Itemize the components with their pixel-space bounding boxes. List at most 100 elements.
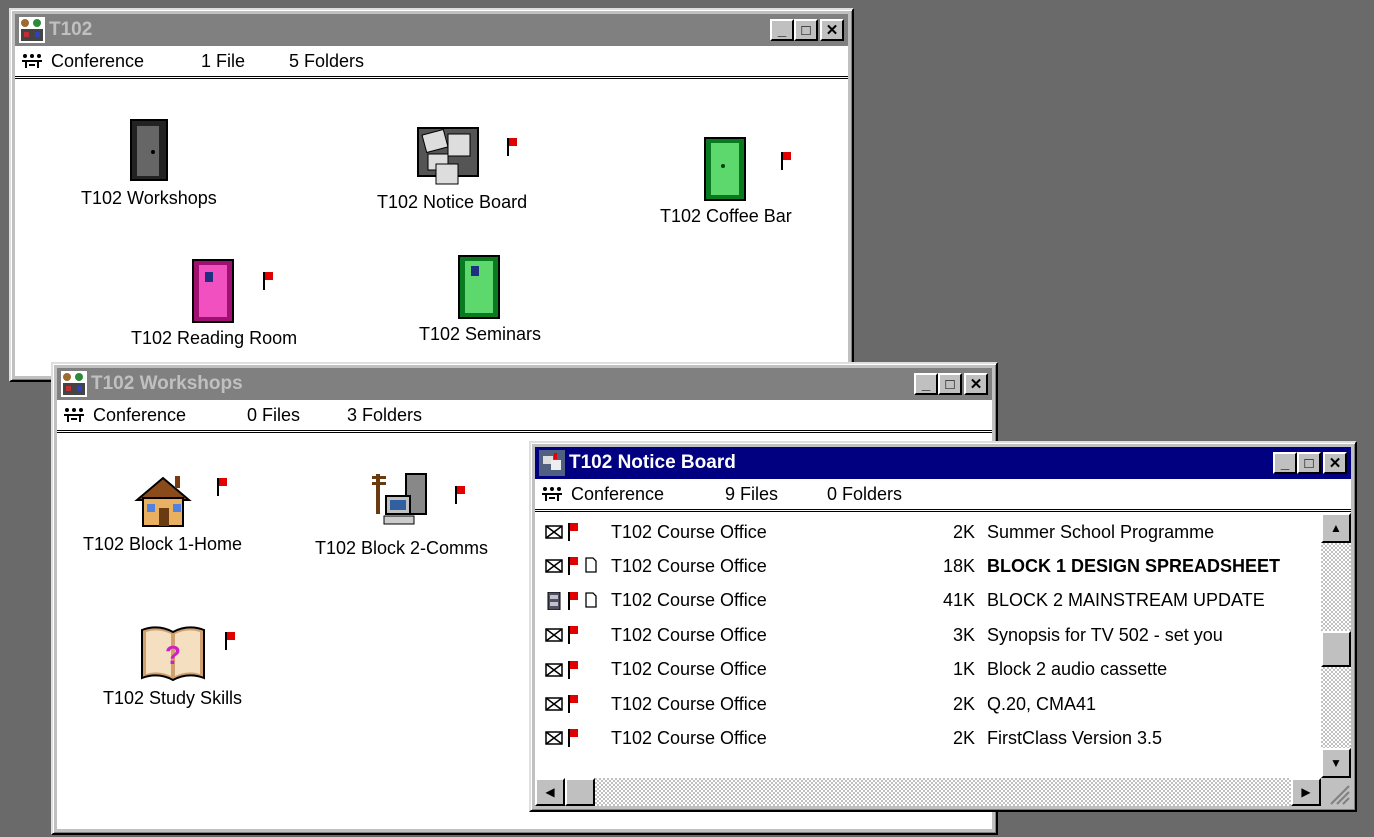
message-row[interactable]: T102 Course Office 2K FirstClass Version 3… (535, 721, 1321, 755)
message-sender: T102 Course Office (611, 590, 767, 611)
firstclass-app-icon[interactable] (61, 371, 87, 397)
message-row[interactable]: T102 Course Office 18K BLOCK 1 DESIGN SPRE… (535, 549, 1321, 583)
maximize-icon: □ (801, 21, 811, 39)
folder-item-seminars[interactable]: T102 Seminars (419, 254, 541, 345)
dark-door-icon (129, 119, 168, 181)
arrow-right-icon: ▶ (1301, 785, 1311, 799)
maximize-button[interactable]: □ (794, 19, 818, 41)
message-sender: T102 Course Office (611, 624, 767, 645)
minimize-button[interactable]: _ (770, 19, 794, 41)
message-sender: T102 Course Office (611, 521, 767, 542)
green-door-icon (703, 137, 746, 201)
message-subject: FirstClass Version 3.5 (987, 727, 1163, 748)
message-subject: Synopsis for TV 502 - set you (987, 624, 1223, 645)
close-button[interactable]: ✕ (1323, 452, 1347, 474)
minimize-button[interactable]: _ (1273, 452, 1297, 474)
folder-item-block2-comms[interactable]: T102 Block 2-Comms (315, 470, 488, 559)
scroll-up-button[interactable]: ▲ (1321, 513, 1351, 543)
item-label: T102 Coffee Bar (660, 206, 792, 226)
item-label: T102 Study Skills (103, 688, 243, 708)
house-icon (133, 476, 192, 527)
window-title: T102 Notice Board (569, 452, 736, 473)
message-row[interactable]: T102 Course Office 2K Q.20, CMA41 (535, 687, 1321, 721)
t102-titlebar[interactable]: T102 _ □ ✕ (15, 14, 848, 46)
message-sender: T102 Course Office (611, 727, 767, 748)
flag-icon (567, 557, 579, 575)
flag-icon (507, 138, 517, 156)
maximize-button[interactable]: □ (1297, 452, 1321, 474)
notice-board-window[interactable]: T102 Notice Board _ □ ✕ Conference 9 Fil… (529, 441, 1357, 812)
status-files: 9 Files (725, 483, 779, 504)
workshops-titlebar[interactable]: T102 Workshops _ □ ✕ (57, 368, 992, 400)
message-list[interactable]: T102 Course Office 2K Summer School Progra… (535, 513, 1321, 778)
mail-icon (545, 661, 563, 679)
status-type: Conference (51, 50, 145, 71)
firstclass-app-icon[interactable] (19, 17, 45, 43)
message-row[interactable]: T102 Course Office 3K Synopsis for TV 502 … (535, 618, 1321, 652)
item-label: T102 Seminars (419, 324, 542, 344)
item-label: T102 Block 1-Home (83, 534, 243, 554)
attachment-icon (585, 592, 597, 608)
flag-icon (217, 478, 227, 496)
scroll-thumb[interactable] (1321, 631, 1351, 667)
item-label: T102 Workshops (81, 188, 217, 208)
notice-board-list-view: Conference 9 Files 0 Folders T102 Course… (535, 479, 1351, 806)
conference-icon (63, 407, 85, 423)
arrow-left-icon: ◀ (545, 785, 555, 799)
message-sender: T102 Course Office (611, 555, 767, 576)
minimize-icon: _ (777, 21, 787, 39)
resize-grip[interactable] (1321, 778, 1351, 806)
mail-icon (545, 695, 563, 713)
status-folders: 0 Folders (827, 483, 903, 504)
message-row[interactable]: T102 Course Office 41K BLOCK 2 MAINSTREAM … (535, 584, 1321, 618)
maximize-icon: □ (945, 375, 955, 393)
status-type: Conference (93, 404, 187, 425)
conference-icon (21, 53, 43, 69)
item-label: T102 Block 2-Comms (315, 538, 489, 558)
flag-icon (567, 523, 579, 541)
close-icon: ✕ (969, 375, 983, 393)
horizontal-scrollbar[interactable]: ◀ ▶ (535, 778, 1321, 806)
mail-icon (545, 557, 563, 575)
notice-board-titlebar[interactable]: T102 Notice Board _ □ ✕ (535, 447, 1351, 479)
t102-window[interactable]: T102 _ □ ✕ Conference 1 File 5 Folders T… (9, 8, 854, 382)
folder-item-workshops[interactable]: T102 Workshops (81, 118, 217, 209)
mail-icon (545, 523, 563, 541)
close-button[interactable]: ✕ (964, 373, 988, 395)
mail-icon (545, 729, 563, 747)
status-bar: Conference 0 Files 3 Folders (57, 400, 992, 433)
status-bar: Conference 1 File 5 Folders (15, 46, 848, 79)
message-subject: Q.20, CMA41 (987, 693, 1097, 714)
flag-icon (567, 695, 579, 713)
minimize-button[interactable]: _ (914, 373, 938, 395)
notice-board-icon (417, 127, 480, 185)
maximize-button[interactable]: □ (938, 373, 962, 395)
minimize-icon: _ (921, 375, 931, 393)
vertical-scrollbar[interactable]: ▲ ▼ (1321, 513, 1351, 778)
folder-item-study-skills[interactable]: ? T102 Study Skills (103, 620, 242, 709)
scroll-down-button[interactable]: ▼ (1321, 748, 1351, 778)
arrow-up-icon: ▲ (1330, 521, 1342, 535)
message-subject: Block 2 audio cassette (987, 659, 1168, 680)
folder-item-coffee-bar[interactable]: T102 Coffee Bar (660, 136, 792, 227)
message-size: 2K (952, 727, 975, 748)
horizontal-scroll-thumb[interactable] (565, 778, 595, 806)
scroll-right-button[interactable]: ▶ (1291, 778, 1321, 806)
notice-board-app-icon[interactable] (539, 450, 565, 476)
close-button[interactable]: ✕ (820, 19, 844, 41)
message-size: 2K (952, 521, 975, 542)
item-label: T102 Reading Room (131, 328, 298, 348)
message-subject: Summer School Programme (987, 521, 1215, 542)
message-row[interactable]: T102 Course Office 1K Block 2 audio casset… (535, 653, 1321, 687)
close-icon: ✕ (1328, 454, 1342, 472)
status-folders: 3 Folders (347, 404, 423, 425)
message-sender: T102 Course Office (611, 659, 767, 680)
message-size: 18K (942, 555, 975, 576)
folder-item-notice-board[interactable]: T102 Notice Board (377, 124, 527, 213)
scroll-left-button[interactable]: ◀ (535, 778, 565, 806)
book-icon: ? (140, 626, 205, 682)
message-subject: BLOCK 2 MAINSTREAM UPDATE (987, 590, 1265, 611)
message-row[interactable]: T102 Course Office 2K Summer School Progra… (535, 515, 1321, 549)
minimize-icon: _ (1280, 454, 1290, 472)
computer-comms-icon (371, 473, 427, 525)
